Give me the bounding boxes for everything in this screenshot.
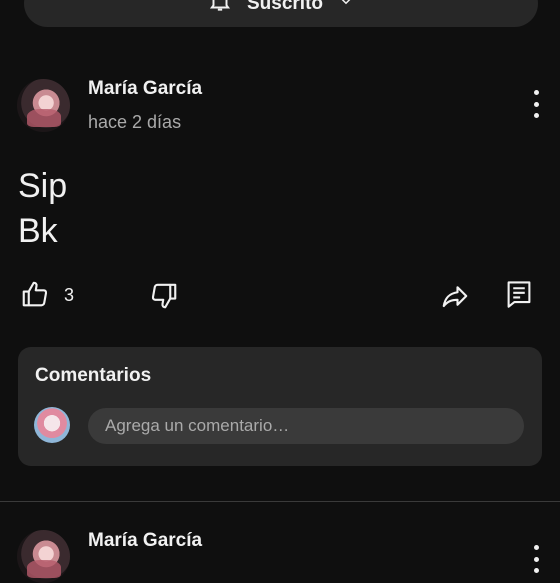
post-time: hace 2 días (88, 112, 182, 132)
more-vert-icon[interactable] (527, 545, 545, 573)
post-body-line: Sip (18, 167, 68, 205)
like-count: 3 (64, 285, 75, 305)
share-button[interactable] (440, 281, 470, 316)
dislike-button[interactable] (149, 281, 179, 316)
comment-input[interactable]: Agrega un comentario… (88, 408, 524, 444)
user-avatar (34, 407, 70, 443)
comments-title: Comentarios (35, 365, 152, 386)
subscribed-label: Suscrito (246, 0, 324, 14)
post-author[interactable]: María García (88, 78, 202, 100)
post-body-line: Bk (18, 212, 58, 250)
subscribed-button[interactable]: Suscrito (24, 0, 538, 27)
chevron-down-icon (337, 0, 355, 15)
post-body: Sip Bk (18, 164, 67, 254)
comments-card[interactable]: Comentarios Agrega un comentario… (18, 347, 542, 466)
author-avatar[interactable] (17, 530, 70, 583)
author-avatar[interactable] (17, 79, 70, 132)
more-vert-icon[interactable] (527, 90, 545, 118)
post-author[interactable]: María García (88, 530, 202, 552)
comment-button[interactable] (505, 279, 533, 314)
share-icon (440, 286, 470, 315)
like-button[interactable] (20, 279, 50, 314)
post-divider (0, 501, 560, 502)
bell-icon (207, 0, 233, 19)
thumb-down-icon (149, 283, 179, 315)
comment-icon (505, 281, 533, 313)
thumb-up-icon (20, 281, 50, 313)
